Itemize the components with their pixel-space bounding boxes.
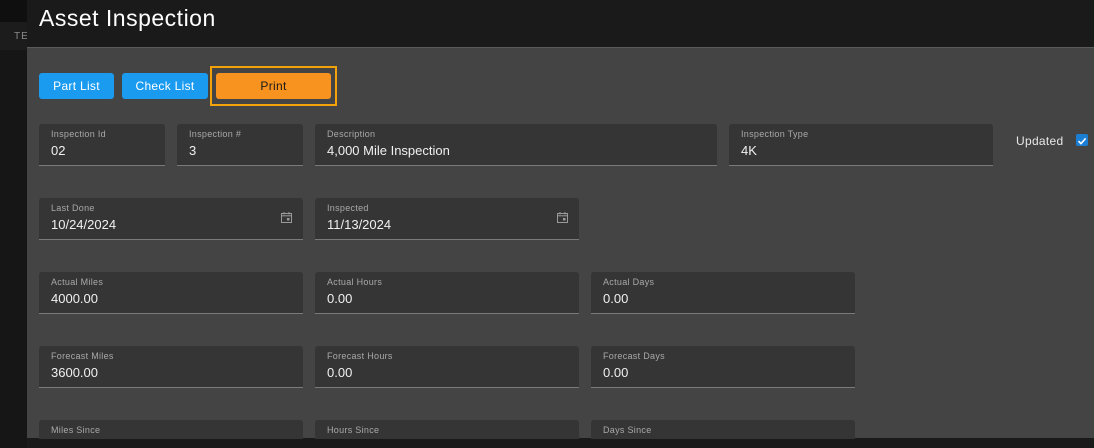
dialog-title: Asset Inspection xyxy=(39,5,216,31)
inspection-id-field[interactable]: Inspection Id 02 xyxy=(39,124,165,166)
hours-since-field[interactable]: Hours Since xyxy=(315,420,579,439)
last-done-field[interactable]: Last Done 10/24/2024 xyxy=(39,198,303,240)
actual-hours-field[interactable]: Actual Hours 0.00 xyxy=(315,272,579,314)
inspection-type-value: 4K xyxy=(741,143,757,158)
background-bottom xyxy=(27,438,1094,448)
checkmark-icon xyxy=(1077,137,1087,145)
actual-miles-label: Actual Miles xyxy=(51,277,104,287)
part-list-button[interactable]: Part List xyxy=(39,73,114,99)
forecast-miles-label: Forecast Miles xyxy=(51,351,114,361)
actual-miles-value: 4000.00 xyxy=(51,291,98,306)
dialog-header: Asset Inspection xyxy=(27,0,1094,47)
days-since-field[interactable]: Days Since xyxy=(591,420,855,439)
days-since-label: Days Since xyxy=(603,425,652,435)
actual-days-label: Actual Days xyxy=(603,277,655,287)
miles-since-field[interactable]: Miles Since xyxy=(39,420,303,439)
inspected-label: Inspected xyxy=(327,203,369,213)
inspection-number-label: Inspection # xyxy=(189,129,242,139)
inspection-id-value: 02 xyxy=(51,143,66,158)
calendar-icon[interactable] xyxy=(557,212,568,223)
background-left-panel xyxy=(0,50,27,448)
miles-since-label: Miles Since xyxy=(51,425,101,435)
forecast-days-value: 0.00 xyxy=(603,365,629,380)
updated-checkbox[interactable] xyxy=(1076,134,1088,146)
last-done-label: Last Done xyxy=(51,203,95,213)
dialog-body: Part List Check List Print Inspection Id… xyxy=(27,47,1094,439)
inspection-number-field[interactable]: Inspection # 3 xyxy=(177,124,303,166)
print-button[interactable]: Print xyxy=(216,73,331,99)
forecast-hours-field[interactable]: Forecast Hours 0.00 xyxy=(315,346,579,388)
updated-label: Updated xyxy=(1016,134,1064,148)
forecast-miles-value: 3600.00 xyxy=(51,365,98,380)
actual-hours-value: 0.00 xyxy=(327,291,353,306)
forecast-miles-field[interactable]: Forecast Miles 3600.00 xyxy=(39,346,303,388)
inspection-number-value: 3 xyxy=(189,143,197,158)
actual-hours-label: Actual Hours xyxy=(327,277,383,287)
description-label: Description xyxy=(327,129,376,139)
calendar-icon[interactable] xyxy=(281,212,292,223)
forecast-days-field[interactable]: Forecast Days 0.00 xyxy=(591,346,855,388)
forecast-hours-label: Forecast Hours xyxy=(327,351,393,361)
inspected-value: 11/13/2024 xyxy=(327,217,392,232)
actual-days-field[interactable]: Actual Days 0.00 xyxy=(591,272,855,314)
actual-miles-field[interactable]: Actual Miles 4000.00 xyxy=(39,272,303,314)
forecast-days-label: Forecast Days xyxy=(603,351,665,361)
check-list-button[interactable]: Check List xyxy=(122,73,208,99)
last-done-value: 10/24/2024 xyxy=(51,217,117,232)
hours-since-label: Hours Since xyxy=(327,425,380,435)
inspection-type-label: Inspection Type xyxy=(741,129,809,139)
description-field[interactable]: Description 4,000 Mile Inspection xyxy=(315,124,717,166)
inspection-type-field[interactable]: Inspection Type 4K xyxy=(729,124,993,166)
description-value: 4,000 Mile Inspection xyxy=(327,143,450,158)
actual-days-value: 0.00 xyxy=(603,291,629,306)
forecast-hours-value: 0.00 xyxy=(327,365,353,380)
inspected-field[interactable]: Inspected 11/13/2024 xyxy=(315,198,579,240)
inspection-id-label: Inspection Id xyxy=(51,129,106,139)
